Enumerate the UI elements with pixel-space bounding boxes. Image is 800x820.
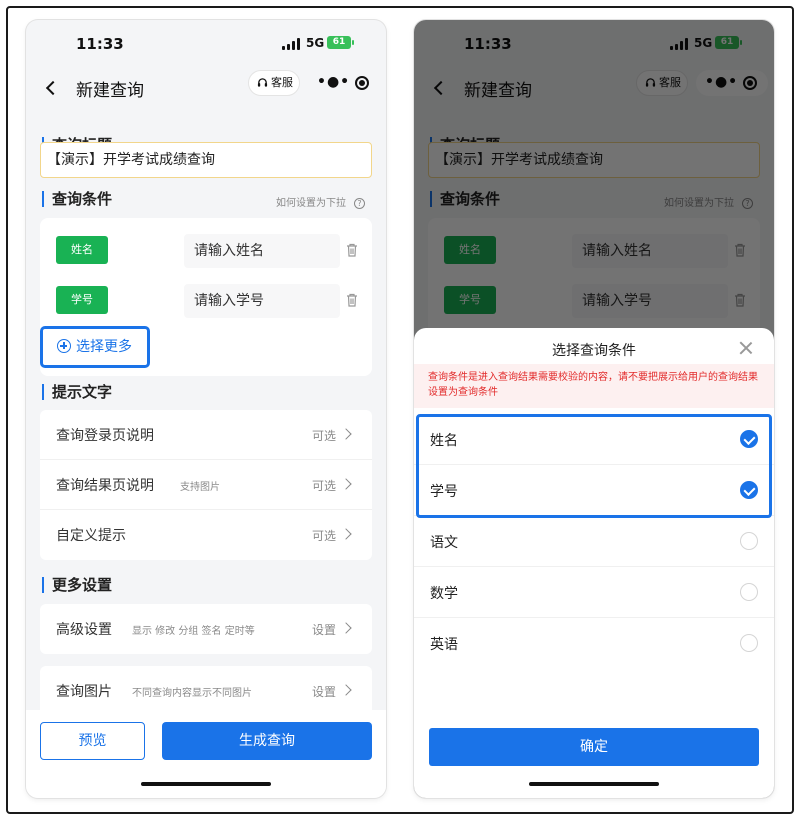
select-more-label: 选择更多 bbox=[76, 339, 132, 355]
more-dots-icon[interactable]: •●• bbox=[317, 74, 350, 90]
phone-select-sheet-screen: 11:33 5G 61 新建查询 客服 •●• 查询标题 【演示】开学考试成绩查… bbox=[414, 20, 774, 798]
row-value: 可选 bbox=[311, 429, 336, 443]
chevron-right-icon bbox=[340, 622, 352, 634]
advanced-settings-row[interactable]: 高级设置 显示 修改 分组 签名 定时等 设置 bbox=[40, 604, 372, 654]
image-card: 查询图片 不同查询内容显示不同图片 设置 bbox=[40, 666, 372, 716]
tips-row-login[interactable]: 查询登录页说明 可选 bbox=[40, 410, 372, 460]
row-sublabel: 支持图片 bbox=[180, 482, 220, 493]
query-image-row[interactable]: 查询图片 不同查询内容显示不同图片 设置 bbox=[40, 666, 372, 716]
chevron-right-icon bbox=[340, 528, 352, 540]
section-title-tips: 提示文字 bbox=[42, 384, 112, 400]
nav-bar: 新建查询 客服 •●• bbox=[26, 70, 386, 110]
mini-program-capsule: •●• bbox=[308, 70, 380, 96]
status-time: 11:33 bbox=[76, 35, 124, 53]
tips-row-custom[interactable]: 自定义提示 可选 bbox=[40, 510, 372, 560]
generate-query-button[interactable]: 生成查询 bbox=[162, 722, 372, 760]
row-value: 设置 bbox=[311, 685, 336, 699]
chevron-right-icon bbox=[340, 428, 352, 440]
sheet-title: 选择查询条件 bbox=[552, 343, 636, 359]
selected-options-highlight bbox=[416, 414, 772, 518]
option-label: 语文 bbox=[430, 535, 458, 551]
option-row-english[interactable]: 英语 bbox=[414, 618, 774, 669]
unchecked-circle-icon[interactable] bbox=[740, 634, 758, 652]
signal-icon bbox=[282, 38, 300, 50]
condition-input[interactable]: 请输入学号 bbox=[184, 284, 340, 318]
condition-tag: 学号 bbox=[56, 286, 108, 314]
section-title-conditions: 查询条件 bbox=[42, 191, 112, 207]
option-label: 数学 bbox=[430, 586, 458, 602]
row-label: 查询登录页说明 bbox=[56, 428, 154, 444]
chevron-right-icon bbox=[340, 478, 352, 490]
tips-row-result[interactable]: 查询结果页说明 支持图片 可选 bbox=[40, 460, 372, 510]
condition-input[interactable]: 请输入姓名 bbox=[184, 234, 340, 268]
status-bar: 11:33 5G 61 bbox=[26, 20, 386, 70]
row-label: 自定义提示 bbox=[56, 528, 126, 544]
tips-card: 查询登录页说明 可选 查询结果页说明 支持图片 可选 自定义提示 可选 bbox=[40, 410, 372, 560]
row-value: 设置 bbox=[311, 623, 336, 637]
close-icon[interactable] bbox=[738, 340, 754, 356]
dropdown-help-link[interactable]: 如何设置为下拉? bbox=[276, 194, 365, 209]
question-icon: ? bbox=[354, 198, 365, 209]
option-row-chinese[interactable]: 语文 bbox=[414, 516, 774, 567]
unchecked-circle-icon[interactable] bbox=[740, 532, 758, 550]
option-label: 英语 bbox=[430, 637, 458, 653]
select-more-button[interactable]: 选择更多 bbox=[40, 326, 150, 368]
unchecked-circle-icon[interactable] bbox=[740, 583, 758, 601]
advanced-card: 高级设置 显示 修改 分组 签名 定时等 设置 bbox=[40, 604, 372, 654]
home-indicator bbox=[141, 782, 271, 786]
battery-icon: 61 bbox=[327, 36, 354, 49]
back-arrow-icon[interactable] bbox=[45, 80, 61, 96]
row-value: 可选 bbox=[311, 479, 336, 493]
dropdown-help-text: 如何设置为下拉 bbox=[276, 198, 346, 209]
condition-tag: 姓名 bbox=[56, 236, 108, 264]
headset-icon bbox=[257, 78, 268, 87]
phone-form-screen: 11:33 5G 61 新建查询 客服 •●• 查询标题 【演示】开学考试成绩查… bbox=[26, 20, 386, 798]
trash-icon[interactable] bbox=[346, 293, 358, 307]
trash-icon[interactable] bbox=[346, 243, 358, 257]
plus-circle-icon bbox=[57, 339, 71, 353]
query-title-input[interactable]: 【演示】开学考试成绩查询 bbox=[40, 142, 372, 178]
row-label: 查询结果页说明 bbox=[56, 478, 154, 494]
condition-row: 学号 请输入学号 bbox=[56, 284, 366, 318]
row-label: 查询图片 bbox=[56, 684, 112, 700]
home-indicator bbox=[529, 782, 659, 786]
section-title-more: 更多设置 bbox=[42, 577, 112, 593]
confirm-button[interactable]: 确定 bbox=[429, 728, 759, 766]
customer-service-button[interactable]: 客服 bbox=[248, 70, 300, 96]
row-value: 可选 bbox=[311, 529, 336, 543]
row-sublabel: 不同查询内容显示不同图片 bbox=[132, 688, 252, 699]
customer-service-label: 客服 bbox=[271, 76, 293, 89]
network-label: 5G bbox=[306, 36, 325, 50]
warning-message: 查询条件是进入查询结果需要校验的内容，请不要把展示给用户的查询结果设置为查询条件 bbox=[414, 364, 774, 408]
row-sublabel: 显示 修改 分组 签名 定时等 bbox=[132, 626, 255, 637]
option-row-math[interactable]: 数学 bbox=[414, 567, 774, 618]
preview-button[interactable]: 预览 bbox=[40, 722, 145, 760]
record-icon[interactable] bbox=[355, 76, 369, 90]
chevron-right-icon bbox=[340, 684, 352, 696]
page-title: 新建查询 bbox=[76, 81, 144, 101]
row-label: 高级设置 bbox=[56, 622, 112, 638]
condition-row: 姓名 请输入姓名 bbox=[56, 234, 366, 268]
select-conditions-sheet: 选择查询条件 查询条件是进入查询结果需要校验的内容，请不要把展示给用户的查询结果… bbox=[414, 328, 774, 798]
